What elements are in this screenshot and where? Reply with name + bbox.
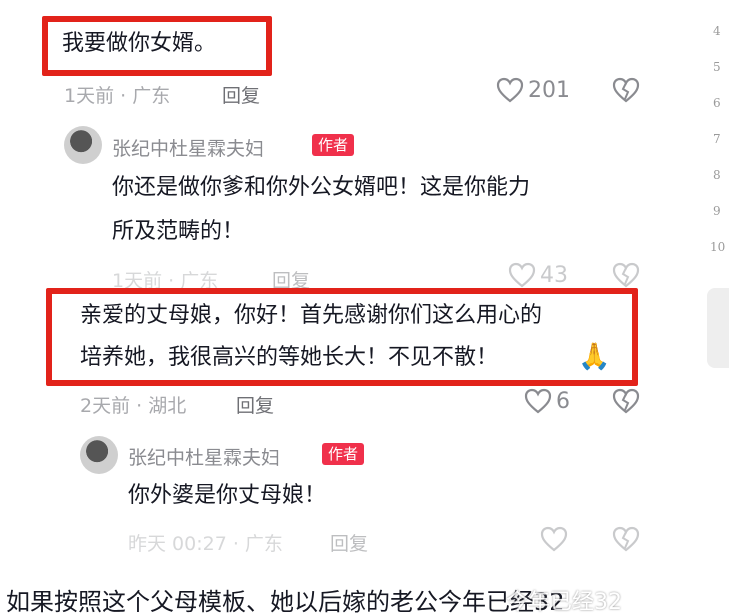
line-number: 6 (713, 96, 721, 110)
comment-1-reply-button[interactable]: 回复 (222, 81, 260, 108)
reply-1-text-line-1: 你还是做你爹和你外公女婿吧！这是你能力 (112, 175, 531, 200)
line-number: 9 (713, 204, 721, 218)
heart-icon (524, 388, 552, 414)
line-number: 8 (713, 168, 721, 182)
highlight-box-1 (42, 16, 272, 76)
reply-1-username[interactable]: 张纪中杜星霖夫妇 (112, 134, 264, 161)
comment-1-like-count: 201 (528, 77, 570, 103)
line-number: 7 (713, 132, 721, 146)
comment-1-like-button[interactable]: 201 (496, 77, 570, 103)
broken-heart-icon[interactable] (612, 526, 640, 552)
side-panel-handle[interactable] (707, 288, 729, 368)
broken-heart-icon[interactable] (612, 77, 640, 103)
comment-2-like-button[interactable]: 6 (524, 388, 570, 414)
broken-heart-icon[interactable] (612, 262, 640, 288)
reply-2-meta: 昨天 00:27 · 广东 (128, 533, 283, 555)
line-number: 5 (713, 60, 721, 74)
heart-icon[interactable] (540, 526, 568, 552)
caption-text: 如果按照这个父母模板、她以后嫁的老公今年已经32 (6, 588, 565, 616)
author-badge: 作者 (322, 443, 365, 465)
reply-2-username[interactable]: 张纪中杜星霖夫妇 (128, 443, 280, 470)
broken-heart-icon[interactable] (612, 388, 640, 414)
avatar[interactable] (80, 436, 118, 474)
screenshot-sheet: 我要做你女婿。 1天前 · 广东 回复 201 张纪中杜星霖夫妇 作者 你还是做… (0, 0, 690, 616)
avatar[interactable] (64, 126, 102, 164)
line-number: 4 (713, 24, 721, 38)
watermark: 今年已经32 (506, 590, 622, 615)
comment-2-like-count: 6 (556, 388, 570, 414)
reply-2-reply-button[interactable]: 回复 (330, 529, 368, 556)
reply-1-like-button[interactable]: 43 (508, 262, 568, 288)
highlight-box-2 (46, 288, 638, 386)
reply-2-text: 你外婆是你丈母娘！ (128, 483, 327, 508)
heart-icon (508, 262, 536, 288)
reply-1-text-line-2: 所及范畴的！ (112, 219, 245, 244)
author-badge: 作者 (312, 134, 355, 156)
heart-icon (496, 77, 524, 103)
comment-2-reply-button[interactable]: 回复 (236, 391, 274, 418)
comment-1-meta: 1天前 · 广东 (64, 85, 171, 107)
reply-1-like-count: 43 (540, 262, 568, 288)
line-number: 10 (710, 240, 726, 254)
comment-2-meta: 2天前 · 湖北 (80, 395, 187, 417)
